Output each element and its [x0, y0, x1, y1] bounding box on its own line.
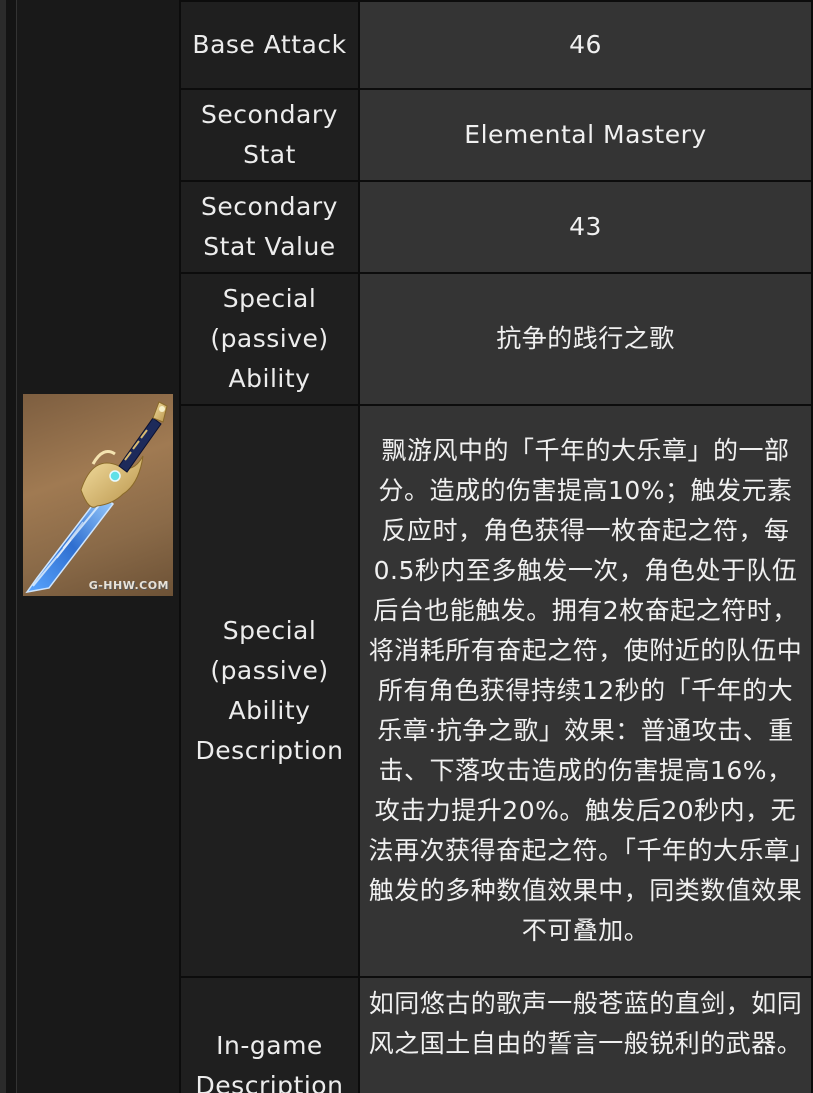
table-row: In-game Description 如同悠古的歌声一般苍蓝的直剑，如同风之国…	[179, 976, 813, 1093]
weapon-stats-table: Base Attack 46 Secondary Stat Elemental …	[179, 0, 813, 1093]
row-value-in-game-description: 如同悠古的歌声一般苍蓝的直剑，如同风之国土自由的誓言一般锐利的武器。	[358, 976, 813, 1093]
watermark: G-HHW.COM	[88, 579, 169, 592]
row-label-base-attack: Base Attack	[179, 0, 360, 90]
row-value-secondary-stat: Elemental Mastery	[358, 88, 813, 182]
image-column: G-HHW.COM	[16, 0, 180, 1093]
table-row: Special (passive) Ability 抗争的践行之歌	[179, 272, 813, 406]
row-value-ability-description: 飘游风中的「千年的大乐章」的一部分。造成的伤害提高10%；触发元素反应时，角色获…	[358, 404, 813, 978]
row-value-secondary-stat-value: 43	[358, 180, 813, 274]
left-border	[0, 0, 6, 1093]
table-row: Special (passive) Ability Description 飘游…	[179, 404, 813, 978]
row-value-base-attack: 46	[358, 0, 813, 90]
row-label-secondary-stat-value: Secondary Stat Value	[179, 180, 360, 274]
row-label-ability-description: Special (passive) Ability Description	[179, 404, 360, 978]
weapon-image: G-HHW.COM	[23, 394, 173, 596]
table-row: Base Attack 46	[179, 0, 813, 90]
sword-icon	[25, 401, 168, 594]
row-label-secondary-stat: Secondary Stat	[179, 88, 360, 182]
row-value-special-ability: 抗争的践行之歌	[358, 272, 813, 406]
row-label-in-game-description: In-game Description	[179, 976, 360, 1093]
table-row: Secondary Stat Value 43	[179, 180, 813, 274]
table-row: Secondary Stat Elemental Mastery	[179, 88, 813, 182]
row-label-special-ability: Special (passive) Ability	[179, 272, 360, 406]
